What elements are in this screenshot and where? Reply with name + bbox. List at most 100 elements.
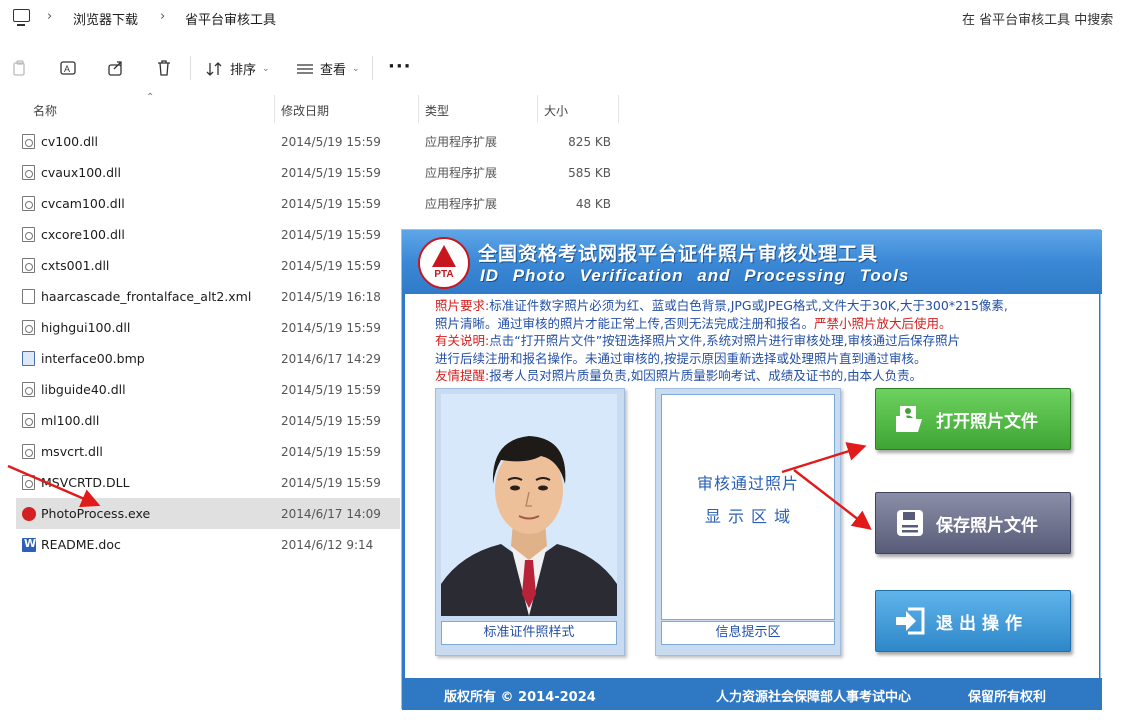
file-name: MSVCRTD.DLL [41,475,130,490]
app-title-cn: 全国资格考试网报平台证件照片审核处理工具 [478,243,879,265]
file-date: 2014/5/19 15:59 [281,413,381,428]
file-date: 2014/6/17 14:29 [281,351,381,366]
column-header-name[interactable]: 名称 [33,102,57,119]
bmp-file-icon [22,351,35,366]
column-divider[interactable] [418,95,419,123]
view-label: 查看 [320,63,347,78]
dll-file-icon [22,413,35,428]
file-date: 2014/5/19 15:59 [281,475,381,490]
word-doc-icon [22,537,36,552]
display-area-text-line1: 审核通过照片 [696,474,799,493]
app-title-en: ID Photo Verification and Processing Too… [480,266,910,285]
dll-file-icon [22,165,35,180]
file-type: 应用程序扩展 [425,135,498,149]
footer-organization: 人力资源社会保障部人事考试中心 [716,690,912,705]
file-date: 2014/5/19 15:59 [281,444,381,459]
save-photo-button[interactable]: 保存照片文件 [875,492,1071,554]
sort-button[interactable]: 排序 ⌄ [206,59,270,78]
file-date: 2014/5/19 15:59 [281,165,381,180]
sample-photo-panel: 标准证件照样式 [435,388,625,656]
file-name: cvcam100.dll [41,196,125,211]
sort-label: 排序 [230,63,257,78]
file-row[interactable]: PhotoProcess.exe 2014/6/17 14:09 [16,498,400,529]
file-name: msvcrt.dll [41,444,103,459]
exe-file-icon [22,506,36,521]
notice-label-requirements: 照片要求: [435,298,490,313]
this-pc-icon[interactable] [13,9,30,26]
file-size: 585 KB [568,165,611,180]
file-name: PhotoProcess.exe [41,506,151,521]
sort-ascending-icon: ⌃ [146,92,155,103]
approved-photo-display: 审核通过照片 显 示 区 域 [661,394,835,620]
file-row[interactable]: cv100.dll 2014/5/19 15:59 应用程序扩展 825 KB [16,126,636,157]
pta-logo-mark-icon [432,245,456,267]
breadcrumb-separator-icon: › [47,9,53,24]
breadcrumb-item-downloads[interactable]: 浏览器下载 [73,9,138,28]
file-name: libguide40.dll [41,382,126,397]
dll-file-icon [22,444,35,459]
breadcrumb-item-current-folder[interactable]: 省平台审核工具 [185,9,276,28]
pta-logo-text: PTA [434,269,454,280]
file-type: 应用程序扩展 [425,166,498,180]
info-area-caption: 信息提示区 [661,621,835,645]
file-date: 2014/5/19 15:59 [281,382,381,397]
file-name: ml100.dll [41,413,100,428]
chevron-down-icon: ⌄ [352,63,360,74]
footer-rights: 保留所有权利 [968,690,1047,705]
app-footer: 版权所有 © 2014-2024 人力资源社会保障部人事考试中心 保留所有权利 [402,678,1102,710]
open-photo-label: 打开照片文件 [936,411,1038,432]
search-input[interactable]: 在 省平台审核工具 中搜索 [962,9,1113,28]
breadcrumb-separator-icon: › [160,9,166,24]
copy-icon[interactable] [10,58,30,78]
share-icon[interactable] [106,58,126,78]
notice-reminder-text: 报考人员对照片质量负责,如因照片质量影响考试、成绩及证书的,由本人负责。 [489,368,923,383]
notice-instructions-text-2: 进行后续注册和报名操作。未通过审核的,按提示原因重新选择或处理照片直到通过审核。 [435,350,927,366]
notice-text: 照片要求:标准证件数字照片必须为红、蓝或白色背景,JPG或JPEG格式,文件大于… [435,297,1075,385]
dll-file-icon [22,258,35,273]
app-header: PTA 全国资格考试网报平台证件照片审核处理工具 ID Photo Verifi… [402,230,1102,294]
column-header-type[interactable]: 类型 [425,102,449,119]
toolbar-divider [372,56,373,80]
notice-label-reminder: 友情提醒: [435,368,490,383]
rename-icon[interactable]: A [58,58,78,78]
dll-file-icon [22,382,35,397]
delete-icon[interactable] [154,58,174,78]
pta-logo: PTA [418,237,470,289]
footer-copyright: 版权所有 © 2014-2024 [444,690,596,705]
sample-photo-caption: 标准证件照样式 [441,621,617,645]
file-name: cvaux100.dll [41,165,121,180]
address-bar[interactable]: › 浏览器下载 › 省平台审核工具 在 省平台审核工具 中搜索 [0,0,1121,36]
column-divider[interactable] [618,95,619,123]
open-photo-button[interactable]: 打开照片文件 [875,388,1071,450]
file-name: interface00.bmp [41,351,145,366]
exit-label: 退出操作 [936,613,1028,634]
dll-file-icon [22,320,35,335]
file-name: haarcascade_frontalface_alt2.xml [41,289,252,304]
notice-requirements-text-2: 照片清晰。通过审核的照片才能正常上传,否则无法完成注册和报名。 [435,315,814,331]
svg-text:A: A [64,64,70,74]
file-size: 825 KB [568,134,611,149]
notice-warning: 严禁小照片放大后使用。 [813,315,952,331]
app-body: 照片要求:标准证件数字照片必须为红、蓝或白色背景,JPG或JPEG格式,文件大于… [405,294,1099,678]
more-options-button[interactable]: ··· [388,56,412,77]
view-button[interactable]: 查看 ⌄ [296,59,360,78]
column-divider[interactable] [537,95,538,123]
column-header-size[interactable]: 大小 [544,102,568,119]
open-folder-icon [894,403,926,435]
notice-instructions-text: 点击“打开照片文件”按钮选择照片文件,系统对照片进行审核处理,审核通过后保存照片 [489,333,961,348]
file-row[interactable]: cvaux100.dll 2014/5/19 15:59 应用程序扩展 585 KB [16,157,636,188]
exit-button[interactable]: 退出操作 [875,590,1071,652]
file-date: 2014/5/19 15:59 [281,134,381,149]
dll-file-icon [22,475,35,490]
chevron-down-icon: ⌄ [262,63,270,74]
notice-requirements-text: 标准证件数字照片必须为红、蓝或白色背景,JPG或JPEG格式,文件大于30K,大… [489,298,1008,313]
file-date: 2014/5/19 15:59 [281,320,381,335]
column-divider[interactable] [274,95,275,123]
file-row[interactable]: cvcam100.dll 2014/5/19 15:59 应用程序扩展 48 KB [16,188,636,219]
dll-file-icon [22,134,35,149]
command-bar: A 排序 ⌄ 查看 ⌄ ··· [0,44,1121,92]
save-floppy-icon [894,507,926,539]
column-header-date[interactable]: 修改日期 [281,102,329,119]
display-area-text-line2: 显 示 区 域 [704,507,792,526]
dll-file-icon [22,227,35,242]
